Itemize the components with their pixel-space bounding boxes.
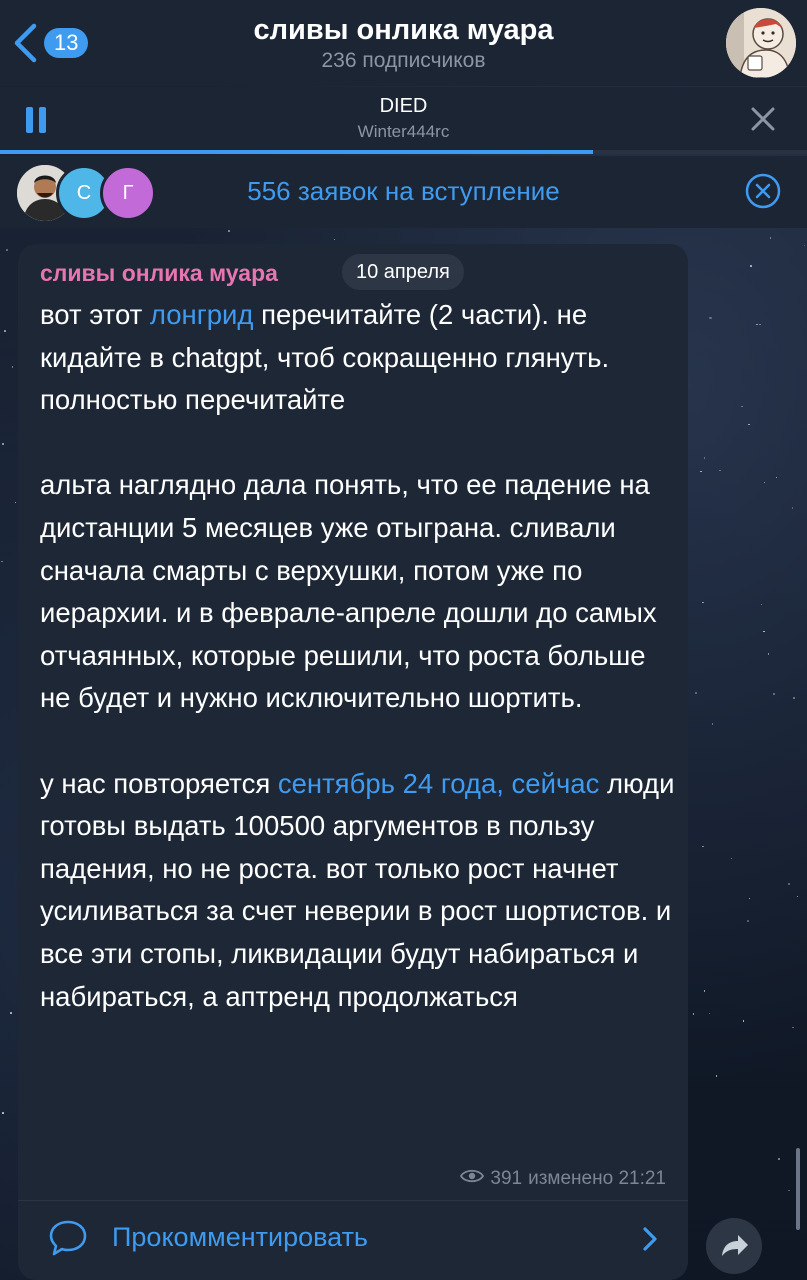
star xyxy=(709,316,712,320)
star xyxy=(747,920,749,922)
star xyxy=(715,1075,718,1077)
paragraph: альта наглядно дала понять, что ее паден… xyxy=(40,469,657,714)
star xyxy=(793,697,795,699)
star xyxy=(711,723,714,725)
join-requests-bar[interactable]: С Г 556 заявок на вступление xyxy=(0,156,807,228)
star xyxy=(702,845,704,848)
player-progress-fill xyxy=(0,150,594,154)
longread-link[interactable]: лонгрид xyxy=(150,299,254,330)
star xyxy=(2,1112,4,1114)
track-title[interactable]: DIED xyxy=(0,95,807,118)
star xyxy=(6,249,8,251)
star xyxy=(730,857,733,860)
chevron-right-icon xyxy=(640,1224,660,1254)
share-button[interactable] xyxy=(706,1218,762,1274)
join-requests-label[interactable]: 556 заявок на вступление xyxy=(0,176,807,207)
music-player-bar: DIED Winter444rc xyxy=(0,87,807,153)
star xyxy=(333,238,336,241)
star xyxy=(702,601,704,604)
channel-title[interactable]: сливы онлика муара xyxy=(0,14,807,47)
september-link[interactable]: сентябрь 24 года, сейчас xyxy=(278,768,599,799)
text: вот этот xyxy=(40,299,150,330)
channel-header: 13 сливы онлика муара 236 подписчиков xyxy=(0,0,807,86)
star xyxy=(759,323,761,326)
star xyxy=(769,237,772,239)
text: люди готовы выдать 100500 аргументов в п… xyxy=(40,767,675,1012)
post-author[interactable]: сливы онлика муара xyxy=(40,260,278,287)
star xyxy=(11,366,14,368)
star xyxy=(756,323,758,326)
star xyxy=(778,1158,780,1160)
star xyxy=(791,507,794,509)
star xyxy=(775,476,778,478)
star xyxy=(708,1012,711,1015)
star xyxy=(763,630,765,633)
star xyxy=(719,469,721,472)
star xyxy=(700,470,702,473)
post-text: вот этот лонгрид перечитайте (2 части). … xyxy=(40,294,680,1018)
star xyxy=(228,230,230,232)
star xyxy=(787,882,791,885)
star xyxy=(773,693,775,695)
star xyxy=(4,330,6,332)
date-badge: 10 апреля xyxy=(342,254,464,290)
star xyxy=(742,1020,745,1022)
eye-icon xyxy=(460,1168,485,1190)
star xyxy=(760,603,763,606)
star xyxy=(796,895,799,898)
edited-time: изменено 21:21 xyxy=(528,1168,666,1189)
star xyxy=(703,457,706,459)
star xyxy=(767,653,770,655)
channel-post[interactable]: сливы онлика муара 10 апреля вот этот ло… xyxy=(18,244,688,1280)
divider xyxy=(18,1200,688,1201)
star xyxy=(748,897,751,900)
close-player-icon[interactable] xyxy=(748,104,778,134)
star xyxy=(792,1026,794,1029)
channel-avatar[interactable] xyxy=(726,8,796,78)
post-meta: 391 изменено 21:21 xyxy=(460,1168,666,1190)
close-circle-icon[interactable] xyxy=(744,172,782,210)
comment-bubble-icon xyxy=(48,1218,88,1258)
star xyxy=(788,1189,790,1192)
subscriber-count: 236 подписчиков xyxy=(321,49,486,72)
view-count: 391 xyxy=(490,1168,523,1189)
star xyxy=(1,560,3,563)
star xyxy=(692,1013,695,1015)
scrollbar[interactable] xyxy=(796,1148,800,1230)
star xyxy=(763,481,766,484)
star xyxy=(10,1012,12,1014)
star xyxy=(14,501,17,504)
star xyxy=(741,405,743,408)
text: у нас повторяется xyxy=(40,767,278,799)
star xyxy=(2,443,4,445)
player-progress-track[interactable] xyxy=(0,150,807,154)
star xyxy=(748,423,750,426)
comment-label: Прокомментировать xyxy=(112,1222,368,1252)
comment-button[interactable]: Прокомментировать xyxy=(18,1202,688,1280)
star xyxy=(750,265,752,267)
track-artist: Winter444rc xyxy=(357,122,450,141)
star xyxy=(803,244,806,247)
star xyxy=(695,692,697,694)
share-arrow-icon xyxy=(706,1235,762,1278)
star xyxy=(703,990,706,992)
